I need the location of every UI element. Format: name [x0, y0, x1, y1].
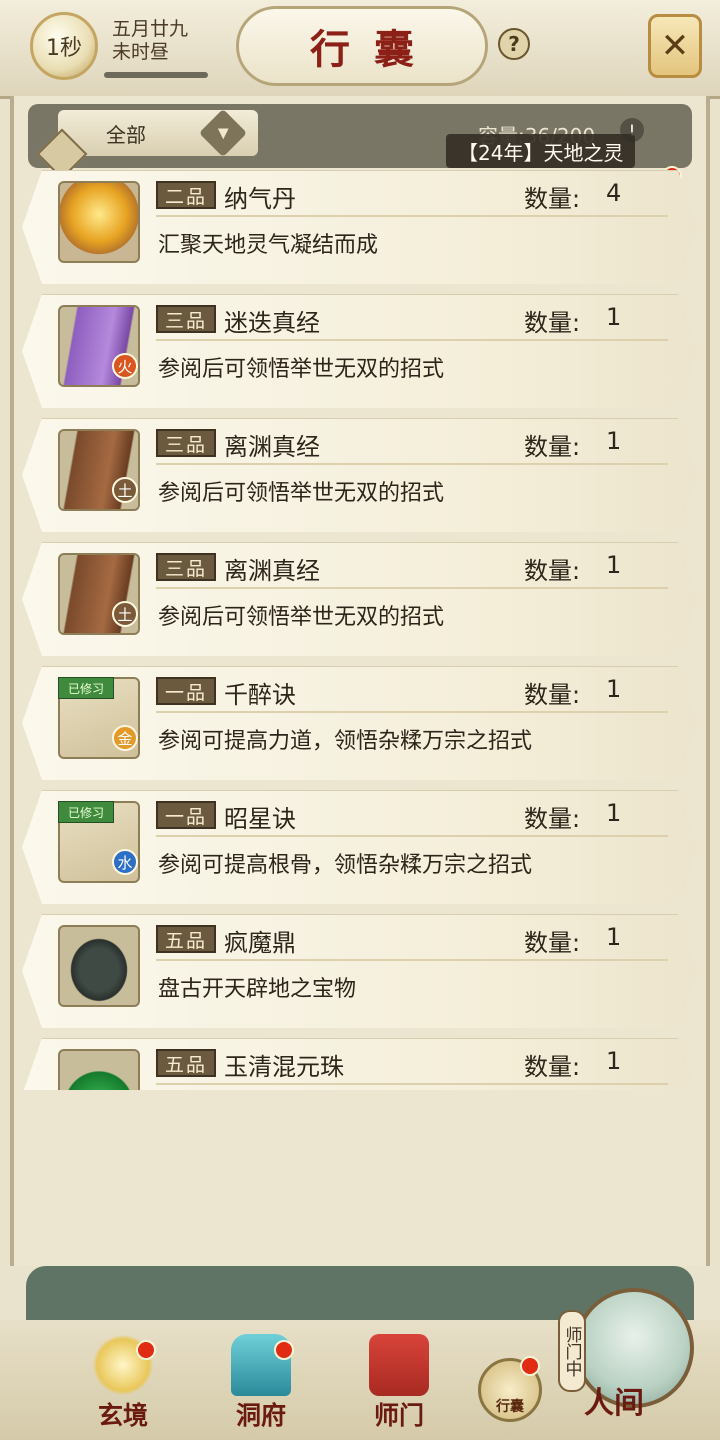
- list-item[interactable]: 五品 玉清混元珠 数量: 1: [22, 1038, 698, 1090]
- divider: [156, 1083, 668, 1085]
- water-element-badge: 水: [112, 849, 138, 875]
- item-qty: 1: [606, 551, 622, 579]
- page-title: 行囊: [236, 6, 488, 86]
- divider: [156, 711, 668, 713]
- nav-xuanjing[interactable]: 玄境: [78, 1330, 168, 1434]
- divider: [156, 339, 668, 341]
- item-desc: 参阅后可领悟举世无双的招式: [158, 605, 445, 630]
- close-button[interactable]: ✕: [648, 14, 702, 78]
- list-item[interactable]: 火 三品 迷迭真经 数量: 1 参阅后可领悟举世无双的招式: [22, 294, 698, 408]
- item-desc: 参阅后可领悟举世无双的招式: [158, 357, 445, 382]
- item-list[interactable]: 二品 纳气丹 数量: 4 汇聚天地灵气凝结而成 火 三品 迷迭真经 数量: 1 …: [22, 170, 698, 1090]
- item-qty: 1: [606, 799, 622, 827]
- item-qty-label: 数量:: [524, 929, 581, 957]
- item-qty-label: 数量:: [524, 185, 581, 213]
- divider: [156, 463, 668, 465]
- item-name: 疯魔鼎: [224, 929, 296, 957]
- item-grade: 五品: [156, 925, 216, 953]
- item-name: 千醉诀: [224, 681, 296, 709]
- golden-orb-pill-icon: [58, 181, 140, 263]
- item-qty: 1: [606, 675, 622, 703]
- time-progress-bar: [104, 72, 208, 78]
- item-qty-label: 数量:: [524, 805, 581, 833]
- item-qty-label: 数量:: [524, 309, 581, 337]
- category-selected-label: 全部: [106, 122, 146, 147]
- item-desc: 参阅可提高根骨，领悟杂糅万宗之招式: [158, 853, 533, 878]
- item-grade: 三品: [156, 553, 216, 581]
- item-qty-label: 数量:: [524, 1053, 581, 1081]
- nav-dongfu[interactable]: 洞府: [216, 1330, 306, 1434]
- item-qty: 4: [606, 179, 622, 207]
- item-qty: 1: [606, 923, 622, 951]
- item-name: 玉清混元珠: [224, 1053, 344, 1081]
- list-item[interactable]: 已修习 金 一品 千醉诀 数量: 1 参阅可提高力道，领悟杂糅万宗之招式: [22, 666, 698, 780]
- nav-label: 洞府: [235, 1401, 286, 1430]
- nav-shimen[interactable]: 师门: [354, 1330, 444, 1434]
- list-item[interactable]: 五品 疯魔鼎 数量: 1 盘古开天辟地之宝物: [22, 914, 698, 1028]
- item-qty: 1: [606, 427, 622, 455]
- date-line-1: 五月廿九: [112, 18, 189, 40]
- clock-timer[interactable]: 1秒: [30, 12, 98, 80]
- item-grade: 一品: [156, 801, 216, 829]
- bronze-cauldron-icon: [58, 925, 140, 1007]
- earth-element-badge: 土: [112, 601, 138, 627]
- earth-element-badge: 土: [112, 477, 138, 503]
- item-grade: 二品: [156, 181, 216, 209]
- item-name: 昭星诀: [224, 805, 296, 833]
- learned-badge: 已修习: [58, 677, 114, 699]
- jade-orb-icon: [58, 1049, 140, 1090]
- notification-dot: [136, 1340, 156, 1360]
- divider: [156, 587, 668, 589]
- item-name: 迷迭真经: [224, 309, 320, 337]
- item-name: 离渊真经: [224, 557, 320, 585]
- banner-icon: [369, 1334, 429, 1396]
- notification-dot: [520, 1356, 540, 1376]
- game-date: 五月廿九 未时昼: [112, 18, 188, 64]
- item-desc: 汇聚天地灵气凝结而成: [158, 233, 379, 258]
- date-line-2: 未时昼: [112, 41, 170, 63]
- bag-label: 行囊: [496, 1399, 524, 1415]
- item-grade: 三品: [156, 429, 216, 457]
- divider: [156, 959, 668, 961]
- divider: [156, 835, 668, 837]
- item-desc: 参阅后可领悟举世无双的招式: [158, 481, 445, 506]
- notification-dot: [274, 1340, 294, 1360]
- master-status-tag: 师门中: [558, 1310, 586, 1392]
- world-label: 人间: [584, 1386, 644, 1421]
- item-grade: 五品: [156, 1049, 216, 1077]
- metal-element-badge: 金: [112, 725, 138, 751]
- list-item[interactable]: 二品 纳气丹 数量: 4 汇聚天地灵气凝结而成: [22, 170, 698, 284]
- item-desc: 盘古开天辟地之宝物: [158, 977, 357, 1002]
- learned-badge: 已修习: [58, 801, 114, 823]
- item-qty-label: 数量:: [524, 557, 581, 585]
- item-grade: 三品: [156, 305, 216, 333]
- list-item[interactable]: 土 三品 离渊真经 数量: 1 参阅后可领悟举世无双的招式: [22, 542, 698, 656]
- item-name: 离渊真经: [224, 433, 320, 461]
- list-item[interactable]: 土 三品 离渊真经 数量: 1 参阅后可领悟举世无双的招式: [22, 418, 698, 532]
- nav-label: 玄境: [97, 1401, 148, 1430]
- nav-label: 师门: [373, 1401, 424, 1430]
- top-header: 1秒 五月廿九 未时昼 行囊 ? ✕: [0, 0, 720, 99]
- divider: [156, 215, 668, 217]
- item-qty: 1: [606, 303, 622, 331]
- list-item[interactable]: 已修习 水 一品 昭星诀 数量: 1 参阅可提高根骨，领悟杂糅万宗之招式: [22, 790, 698, 904]
- help-button[interactable]: ?: [498, 28, 530, 60]
- fire-element-badge: 火: [112, 353, 138, 379]
- item-qty-label: 数量:: [524, 681, 581, 709]
- notice-tooltip: 【24年】天地之灵: [446, 134, 636, 168]
- item-qty: 1: [606, 1047, 622, 1075]
- item-desc: 参阅可提高力道，领悟杂糅万宗之招式: [158, 729, 533, 754]
- close-icon: ✕: [660, 26, 690, 66]
- item-grade: 一品: [156, 677, 216, 705]
- item-qty-label: 数量:: [524, 433, 581, 461]
- item-name: 纳气丹: [224, 185, 296, 213]
